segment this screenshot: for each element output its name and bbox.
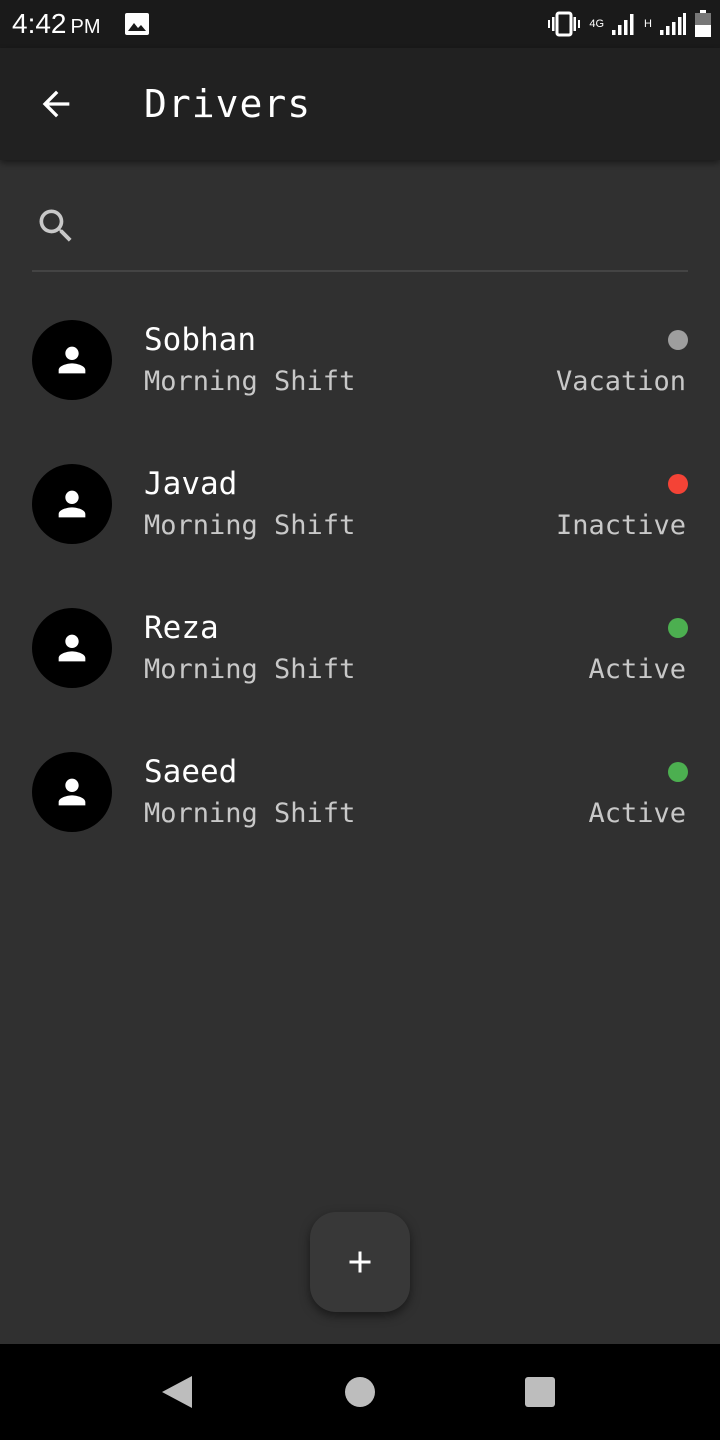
status-time: 4:42 PM xyxy=(12,8,101,40)
back-button[interactable] xyxy=(24,72,88,136)
status-time-value: 4:42 xyxy=(12,8,67,39)
nav-back-icon[interactable] xyxy=(160,1374,194,1410)
driver-shift: Morning Shift xyxy=(144,798,356,829)
person-icon xyxy=(58,346,86,374)
network-4g-label: 4G xyxy=(589,18,605,30)
page-title: Drivers xyxy=(144,82,312,126)
driver-shift: Morning Shift xyxy=(144,654,356,685)
app-bar: Drivers xyxy=(0,48,720,160)
nav-home-icon[interactable] xyxy=(345,1377,375,1407)
driver-status: Inactive xyxy=(555,510,686,541)
avatar xyxy=(32,320,112,400)
status-time-ampm: PM xyxy=(70,16,101,38)
network-h-label: H xyxy=(644,18,652,30)
nav-recents-icon[interactable] xyxy=(525,1377,555,1407)
signal-icon xyxy=(612,14,634,35)
driver-name: Javad xyxy=(144,466,238,502)
search-input[interactable] xyxy=(96,204,676,252)
avatar xyxy=(32,608,112,688)
person-icon xyxy=(58,778,86,806)
search-icon xyxy=(39,209,72,242)
status-dot xyxy=(668,618,688,638)
status-dot xyxy=(668,474,688,494)
arrow-back-icon xyxy=(42,90,70,118)
status-dot xyxy=(668,330,688,350)
search-bar xyxy=(32,196,688,272)
list-item[interactable]: Reza Morning Shift Active xyxy=(0,576,720,720)
status-dot xyxy=(668,762,688,782)
system-nav-bar xyxy=(0,1344,720,1440)
driver-list: Sobhan Morning Shift Vacation Javad Morn… xyxy=(0,288,720,864)
person-icon xyxy=(58,634,86,662)
driver-status: Active xyxy=(588,798,686,829)
driver-name: Saeed xyxy=(144,754,238,790)
plus-icon xyxy=(349,1251,371,1273)
driver-status: Vacation xyxy=(555,366,686,397)
list-item[interactable]: Sobhan Morning Shift Vacation xyxy=(0,288,720,432)
signal-icon-2 xyxy=(660,13,686,35)
status-bar: 4:42 PM 4G H xyxy=(0,0,720,48)
add-driver-button[interactable] xyxy=(310,1212,410,1312)
driver-shift: Morning Shift xyxy=(144,510,356,541)
list-item[interactable]: Saeed Morning Shift Active xyxy=(0,720,720,864)
gallery-icon xyxy=(125,13,149,35)
status-icons: 4G H xyxy=(547,10,712,38)
vibrate-icon xyxy=(548,11,581,37)
driver-shift: Morning Shift xyxy=(144,366,356,397)
driver-status: Active xyxy=(588,654,686,685)
avatar xyxy=(32,464,112,544)
avatar xyxy=(32,752,112,832)
battery-icon xyxy=(695,10,711,37)
list-item[interactable]: Javad Morning Shift Inactive xyxy=(0,432,720,576)
driver-name: Reza xyxy=(144,610,219,646)
person-icon xyxy=(58,490,86,518)
driver-name: Sobhan xyxy=(144,322,256,358)
